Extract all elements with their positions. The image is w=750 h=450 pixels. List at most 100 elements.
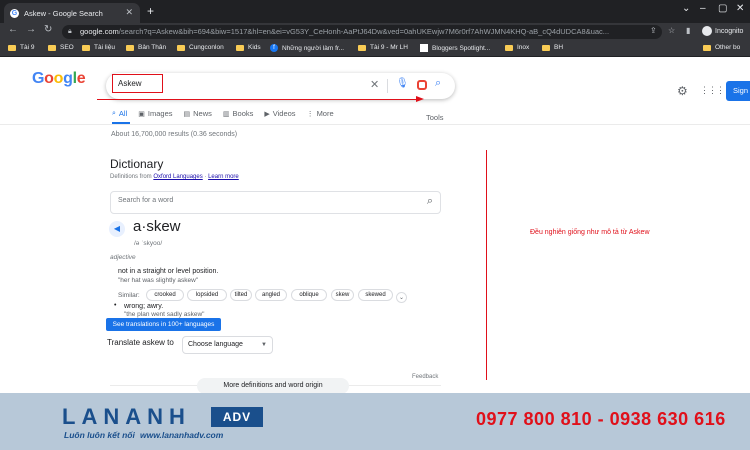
apps-grid-icon[interactable]: ⋮⋮⋮ [700,85,725,96]
folder-icon [505,44,513,51]
more-vert-icon: ⋮ [306,110,314,118]
search-icon[interactable]: ⌕ [435,77,441,90]
tools-button[interactable]: Tools [426,113,444,122]
camera-lens-icon[interactable] [417,80,427,90]
synonym-chip[interactable]: oblique [291,289,327,301]
caret-down-icon: ▼ [261,342,267,348]
back-icon[interactable]: ← [8,24,18,35]
brand-phone: 0977 800 810 - 0938 630 616 [476,409,726,429]
blogger-icon [420,44,428,52]
google-logo[interactable]: Google [32,70,86,88]
synonym-chip[interactable]: tilted [230,289,252,301]
synonym-chip[interactable]: lopsided [187,289,227,301]
browser-tab[interactable]: G Askew - Google Search ✕ [4,3,140,23]
more-definitions-button[interactable]: More definitions and word origin [197,378,349,394]
reload-icon[interactable]: ↻ [44,24,52,35]
incognito-icon [702,26,712,36]
tab-more[interactable]: ⋮ More [307,109,334,118]
profile-button[interactable]: Incognito [702,26,743,36]
synonym-chip[interactable]: angled [255,289,287,301]
share-icon[interactable]: ⇪ [650,26,657,35]
url-host: google.com [80,27,119,36]
tab-all[interactable]: ⌕ All [112,109,127,118]
new-tab-icon[interactable]: + [147,4,154,18]
example: "the plan went sadly askew" [124,311,205,318]
browser-toolbar: ← → ↻ 🔒︎ google.com/search?q=Askew&bih=6… [0,23,750,41]
oxford-languages-link[interactable]: Oxford Languages [153,174,202,180]
headword: a·skew [133,218,181,235]
tab-news[interactable]: ▤ News [184,109,212,118]
definition: wrong; awry. [124,303,164,310]
folder-icon [542,44,550,51]
search-box[interactable]: Askew ✕ 🎙︎ ⌕ [106,73,455,99]
book-icon: ▥ [222,110,230,118]
learn-more-link[interactable]: Learn more [208,174,239,180]
speaker-icon[interactable]: ◀︎ [109,221,125,237]
bookmark-item[interactable]: Bản Thân [126,44,166,51]
sign-in-button[interactable]: Sign i [726,81,750,101]
annotation-vertical-line [486,150,487,380]
microphone-icon[interactable]: 🎙︎ [396,78,409,89]
bookmark-item[interactable]: BH [542,44,563,51]
bookmark-item[interactable]: SEO [48,44,74,51]
folder-icon [8,44,16,51]
brand-website: www.lananhadv.com [140,430,224,440]
annotation-note: Đều nghiên giống như mô tả từ Askew [530,229,650,236]
phonetic: /ə ˈskyoo/ [134,240,163,247]
lock-icon: 🔒︎ [68,28,72,35]
tab-images[interactable]: ▣ Images [138,109,172,118]
tab-videos[interactable]: ▶ Videos [264,109,295,118]
bullet: • [114,302,117,309]
divider [0,124,750,125]
synonym-chip[interactable]: skewed [358,289,393,301]
browser-tab-strip: G Askew - Google Search ✕ + ⌄ – ▢ ✕ [0,0,750,23]
close-window-icon[interactable]: ✕ [736,3,744,14]
part-of-speech: adjective [110,254,136,261]
folder-icon [703,44,711,51]
close-tab-icon[interactable]: ✕ [125,7,133,18]
brand-adv-badge: ADV [211,407,263,427]
bookmark-item[interactable]: Tài 9 [8,44,34,51]
facebook-icon: f [270,44,278,52]
search-icon[interactable]: ⌕ [427,195,433,208]
folder-icon [236,44,244,51]
bookmark-item[interactable]: f Những người làm fr... [270,44,344,52]
folder-icon [177,44,185,51]
folder-icon [82,44,90,51]
bookmarks-bar: Tài 9 SEO Tài liệu Bản Thân Cungconlon K… [0,41,750,57]
maximize-icon[interactable]: ▢ [718,3,727,14]
gear-icon[interactable]: ⚙ [677,84,688,98]
brand-slogan: Luôn luôn kết nối [64,430,135,440]
tab-search-icon[interactable]: ⌄ [682,3,690,14]
bookmark-item[interactable]: Tài liệu [82,44,115,51]
bookmark-item[interactable]: Kids [236,44,261,51]
feedback-link[interactable]: Feedback [412,374,438,380]
tab-books[interactable]: ▥ Books [223,109,253,118]
other-bookmarks[interactable]: Other bo [703,44,740,51]
chevron-down-icon[interactable]: ⌄ [396,292,407,303]
bookmark-item[interactable]: Cungconlon [177,44,224,51]
image-icon: ▣ [138,110,145,118]
dictionary-search-input[interactable]: Search for a word ⌕ [110,191,441,214]
side-panel-icon[interactable]: ▮ [686,26,690,35]
bookmark-star-icon[interactable]: ☆ [668,26,675,35]
minimize-icon[interactable]: – [700,3,706,14]
video-icon: ▶ [264,110,270,118]
bookmark-item[interactable]: Bloggers Spotlight... [420,44,490,52]
dictionary-title: Dictionary [110,157,164,171]
clear-icon[interactable]: ✕ [370,78,379,91]
forward-icon[interactable]: → [26,24,36,35]
brand-logo-text: LANANH [62,404,191,429]
synonym-chip[interactable]: crooked [146,289,184,301]
profile-label: Incognito [715,27,744,35]
screenshot: G Askew - Google Search ✕ + ⌄ – ▢ ✕ ← → … [0,0,750,450]
choose-language-select[interactable]: Choose language ▼ [182,336,273,354]
bookmark-item[interactable]: Inox [505,44,529,51]
bookmark-item[interactable]: Tài 9 - Mr LH [358,44,408,51]
see-translations-button[interactable]: See translations in 100+ languages [106,318,221,331]
address-bar[interactable]: 🔒︎ google.com/search?q=Askew&bih=694&biw… [62,25,662,39]
search-input[interactable]: Askew [112,74,163,93]
folder-icon [126,44,134,51]
synonym-chip[interactable]: skew [331,289,354,301]
annotation-arrow-head [416,96,424,102]
